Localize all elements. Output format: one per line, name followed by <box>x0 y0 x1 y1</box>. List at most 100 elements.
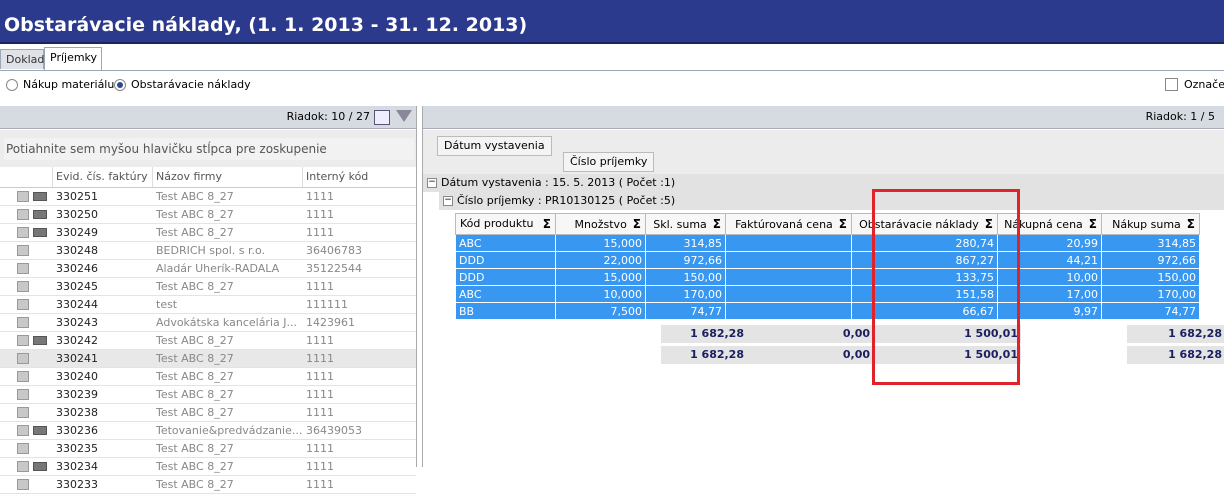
radio-circle-selected[interactable] <box>114 78 126 91</box>
col-interny-kod[interactable]: Interný kód <box>302 167 392 187</box>
document-icon <box>17 191 29 202</box>
document-icon <box>17 389 29 400</box>
document-icon <box>17 263 29 274</box>
document-icon <box>17 335 29 346</box>
radio-label: Nákup materiálu <box>23 78 115 91</box>
invoice-list-pane: Riadok: 10 / 27 Potiahnite sem myšou hla… <box>0 106 417 494</box>
sum-icon[interactable]: Σ <box>633 217 641 231</box>
grid-cell: 314,85 <box>1101 234 1200 252</box>
table-row[interactable]: 330235 Test ABC 8_27 1111 <box>0 440 416 458</box>
invoice-number-cell: 330242 <box>56 334 98 347</box>
group-btn-datum-vystavenia[interactable]: Dátum vystavenia <box>437 136 552 156</box>
table-row[interactable]: DDD 15,000 150,00 133,75 10,00 150,00 <box>455 268 1200 286</box>
document-icon <box>17 353 29 364</box>
column-header[interactable]: Nákup suma Σ <box>1101 213 1200 235</box>
highlight-annotation <box>872 189 1020 385</box>
table-row[interactable]: 330249 Test ABC 8_27 1111 <box>0 224 416 242</box>
grid-cell <box>725 285 852 303</box>
grid-cell: 150,00 <box>1101 268 1200 286</box>
table-row[interactable]: 330243 Advokátska kancelária J... 1423961 <box>0 314 416 332</box>
table-row[interactable]: 330248 BEDRICH spol. s r.o. 36406783 <box>0 242 416 260</box>
table-row[interactable]: 330245 Test ABC 8_27 1111 <box>0 278 416 296</box>
invoice-number-cell: 330239 <box>56 388 98 401</box>
table-row[interactable]: 330242 Test ABC 8_27 1111 <box>0 332 416 350</box>
column-header[interactable]: Kód produktu Σ <box>455 213 556 235</box>
table-row[interactable]: ABC 10,000 170,00 151,58 17,00 170,00 <box>455 285 1200 303</box>
invoice-number-cell: 330236 <box>56 424 98 437</box>
sum-icon[interactable]: Σ <box>839 217 847 231</box>
invoice-number-cell: 330249 <box>56 226 98 239</box>
column-header-label: Kód produktu <box>460 217 534 230</box>
column-header[interactable]: Faktúrovaná cena Σ <box>725 213 852 235</box>
invoice-number-cell: 330241 <box>56 352 98 365</box>
col-evid-cis-faktury[interactable]: Evid. čís. faktúry <box>52 167 152 187</box>
filter-icon[interactable] <box>396 110 412 122</box>
grid-cell: 15,000 <box>555 268 646 286</box>
table-row[interactable]: 330246 Aladár Uherík-RADALA 35122544 <box>0 260 416 278</box>
company-name-cell: Test ABC 8_27 <box>156 352 234 365</box>
table-row[interactable]: ABC 15,000 314,85 280,74 20,99 314,85 <box>455 234 1200 252</box>
sum-icon[interactable]: Σ <box>1187 217 1195 231</box>
group-by-area[interactable]: Potiahnite sem myšou hlavičku stĺpca pre… <box>0 130 416 170</box>
sum-icon[interactable]: Σ <box>543 217 551 231</box>
document-icon <box>17 209 29 220</box>
column-header[interactable]: Skl. suma Σ <box>645 213 726 235</box>
column-header-label: Skl. suma <box>653 218 707 231</box>
grid-cell: 972,66 <box>1101 251 1200 269</box>
company-name-cell: Advokátska kancelária J... <box>156 316 297 329</box>
column-chooser-icon[interactable] <box>374 110 390 125</box>
printer-icon <box>33 192 47 201</box>
table-row[interactable]: 330239 Test ABC 8_27 1111 <box>0 386 416 404</box>
company-name-cell: Tetovanie&predvádzanie... <box>156 424 303 437</box>
group-level-receipt[interactable]: − Číslo príjemky : PR10130125 ( Počet :5) <box>439 192 1224 210</box>
grid-cell: 15,000 <box>555 234 646 252</box>
grid-cell: BB <box>455 302 556 320</box>
table-row[interactable]: 330244 test 111111 <box>0 296 416 314</box>
table-row[interactable]: 330241 Test ABC 8_27 1111 <box>0 350 416 368</box>
sum-icon[interactable]: Σ <box>713 217 721 231</box>
invoice-number-cell: 330250 <box>56 208 98 221</box>
table-row[interactable]: 330251 Test ABC 8_27 1111 <box>0 188 416 206</box>
table-row[interactable]: DDD 22,000 972,66 867,27 44,21 972,66 <box>455 251 1200 269</box>
table-row[interactable]: 330234 Test ABC 8_27 1111 <box>0 458 416 476</box>
collapse-icon[interactable]: − <box>443 196 453 206</box>
right-pane-header: Riadok: 1 / 5 <box>423 106 1224 129</box>
radio-obstaravacie-naklady[interactable]: Obstarávacie náklady <box>114 78 251 91</box>
tab-prijemky[interactable]: Príjemky <box>44 47 102 70</box>
mode-selector: Nákup materiálu Obstarávacie náklady Ozn… <box>0 78 1224 98</box>
collapse-icon[interactable]: − <box>427 178 437 188</box>
group-by-area-right: Dátum vystavenia Číslo príjemky <box>423 130 1224 174</box>
grid-cell: 22,000 <box>555 251 646 269</box>
grid-cell: 170,00 <box>1101 285 1200 303</box>
sum-icon[interactable]: Σ <box>1089 217 1097 231</box>
tab-doklad[interactable]: Doklad <box>0 49 44 69</box>
checkbox-box[interactable] <box>1165 78 1178 91</box>
table-row[interactable]: 330236 Tetovanie&predvádzanie... 36439053 <box>0 422 416 440</box>
company-name-cell: Test ABC 8_27 <box>156 388 234 401</box>
receipt-detail-pane: Riadok: 1 / 5 Dátum vystavenia Číslo prí… <box>422 106 1224 467</box>
radio-nakup-materialu[interactable]: Nákup materiálu <box>6 78 114 91</box>
table-row[interactable]: 330250 Test ABC 8_27 1111 <box>0 206 416 224</box>
grid-cell <box>725 234 852 252</box>
company-name-cell: Test ABC 8_27 <box>156 226 234 239</box>
grand-total-row: 1 682,28 0,00 1 500,01 1 682,28 <box>423 346 1224 364</box>
radio-circle[interactable] <box>6 78 18 91</box>
document-icon <box>17 407 29 418</box>
document-icon <box>17 443 29 454</box>
printer-icon <box>33 228 47 237</box>
group-level-date[interactable]: − Dátum vystavenia : 15. 5. 2013 ( Počet … <box>423 174 1224 192</box>
total-skl-suma: 1 682,28 <box>661 325 747 343</box>
col-nazov-firmy[interactable]: Názov firmy <box>152 167 302 187</box>
table-row[interactable]: 330240 Test ABC 8_27 1111 <box>0 368 416 386</box>
table-row[interactable]: BB 7,500 74,77 66,67 9,97 74,77 <box>455 302 1200 320</box>
document-icon <box>17 227 29 238</box>
invoice-number-cell: 330233 <box>56 478 98 491</box>
column-header[interactable]: Množstvo Σ <box>555 213 646 235</box>
internal-code-cell: 1111 <box>306 406 334 419</box>
table-row[interactable]: 330233 Test ABC 8_27 1111 <box>0 476 416 494</box>
grid-cell: 150,00 <box>645 268 726 286</box>
table-row[interactable]: 330238 Test ABC 8_27 1111 <box>0 404 416 422</box>
oznacit-checkbox[interactable]: Označe <box>1165 78 1224 91</box>
group-btn-cislo-prijemky[interactable]: Číslo príjemky <box>563 152 655 172</box>
printer-icon <box>33 210 47 219</box>
